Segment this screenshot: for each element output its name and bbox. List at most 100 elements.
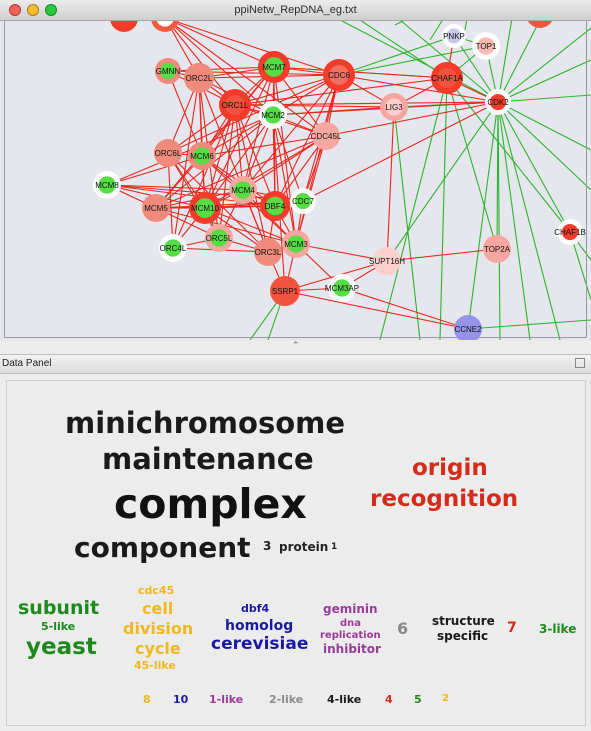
node-orc1l[interactable]: ORC1L (219, 89, 251, 121)
cloud-word[interactable]: inhibitor (323, 643, 381, 655)
node-chaf1b[interactable]: CHAF1B (554, 219, 586, 245)
cloud-word[interactable]: dna (340, 619, 361, 629)
edge-green[interactable] (497, 101, 561, 340)
cloud-word[interactable]: 5-like (41, 621, 75, 632)
node-lig3[interactable]: LIG3 (380, 93, 408, 121)
cloud-word[interactable]: yeast (26, 636, 97, 659)
node-orc4l[interactable]: ORC4L (159, 234, 187, 262)
cloud-word[interactable]: specific (437, 630, 488, 642)
node-label: TOP2A (484, 245, 511, 254)
node-ccne2[interactable]: CCNE2 (454, 315, 482, 340)
node-mcm8[interactable]: MCM8 (93, 171, 121, 199)
cloud-word[interactable]: 4-like (327, 694, 361, 705)
cloud-word[interactable]: 6 (397, 621, 408, 637)
cloud-word[interactable]: 4 (385, 694, 393, 705)
cloud-word[interactable]: division (123, 621, 193, 637)
edge-green[interactable] (467, 319, 591, 330)
data-panel-header: Data Panel (0, 354, 591, 374)
cloud-word[interactable]: complex (114, 484, 307, 525)
split-divider[interactable]: ⌃ (0, 340, 591, 354)
node-label: MCM3 (284, 240, 308, 249)
divider-grip-icon[interactable]: ⌃ (292, 340, 300, 351)
node-label: CDK2 (487, 98, 509, 107)
edge-green[interactable] (497, 101, 591, 191)
edge-green[interactable] (496, 101, 499, 250)
node-mcm6[interactable]: MCM6 (188, 142, 216, 170)
node-orc3l[interactable]: ORC3L (254, 238, 282, 266)
node-ssrp1[interactable]: SSRP1 (270, 276, 300, 306)
cloud-word[interactable]: homolog (225, 619, 293, 633)
cloud-word[interactable]: 45-like (134, 660, 176, 671)
edge-red[interactable] (164, 17, 275, 68)
node-mcm4[interactable]: MCM4 (229, 176, 257, 204)
edge-red[interactable] (234, 104, 395, 108)
node-chaf1a[interactable]: CHAF1A (431, 62, 463, 94)
cloud-word[interactable]: geminin (323, 603, 378, 615)
edge-green[interactable] (439, 77, 448, 340)
node-label: CHAF1B (554, 228, 586, 237)
node-dbf4[interactable]: DBF4 (260, 191, 290, 221)
node-cdc6[interactable]: CDC6 (323, 59, 355, 91)
node-mcm2[interactable]: MCM2 (259, 101, 287, 129)
node-label: MCM7 (262, 63, 286, 72)
node-top1[interactable]: TOP1 (472, 32, 500, 60)
cloud-word[interactable]: dbf4 (241, 603, 269, 614)
cloud-word[interactable]: maintenance (102, 445, 314, 474)
node-orc6l[interactable]: ORC6L (154, 139, 182, 167)
cloud-word[interactable]: 8 (143, 694, 151, 705)
node-label: LIG3 (385, 103, 403, 112)
cloud-word[interactable]: structure (432, 615, 495, 627)
cloud-word[interactable]: recognition (370, 488, 518, 511)
edge-red[interactable] (341, 287, 469, 330)
node-cdk2[interactable]: CDK2 (485, 89, 511, 115)
cloud-word[interactable]: 1 (331, 543, 337, 552)
cloud-word[interactable]: 5 (414, 694, 422, 705)
cloud-word[interactable]: 3 (263, 540, 271, 552)
cloud-word[interactable]: cdc45 (138, 585, 174, 596)
edge-green[interactable] (497, 101, 591, 151)
node-mcm10[interactable]: MCM10 (189, 192, 221, 224)
network-window: RPA2PNKPTOP1GMNNMCM7CDC6ORC2LCHAF1ACDK2L… (0, 0, 591, 340)
edge-green[interactable] (497, 27, 591, 103)
cloud-word[interactable]: 2 (442, 694, 449, 704)
node-orc2l[interactable]: ORC2L (184, 63, 214, 93)
edge-red[interactable] (164, 17, 274, 116)
node-cdc7[interactable]: CDC7 (290, 188, 316, 214)
node-label: ORC4L (160, 244, 187, 253)
node-top2a[interactable]: TOP2A (483, 235, 511, 263)
cloud-word[interactable]: component (74, 534, 251, 562)
window-titlebar[interactable]: ppiNetw_RepDNA_eg.txt (0, 0, 591, 21)
cloud-word[interactable]: 3-like (539, 623, 576, 635)
word-cloud: minichromosome maintenance complex componen… (6, 380, 586, 726)
cloud-word[interactable]: replication (320, 631, 381, 641)
edge-red[interactable] (386, 106, 395, 262)
cloud-word[interactable]: cell (142, 601, 173, 617)
edge-green[interactable] (497, 101, 571, 233)
node-cdc45l[interactable]: CDC45L (311, 122, 342, 150)
node-supt16h[interactable]: SUPT16H (369, 247, 405, 275)
cloud-word[interactable]: cerevisiae (211, 636, 308, 653)
cloud-word[interactable]: subunit (18, 599, 99, 618)
node-mcm5[interactable]: MCM5 (142, 194, 170, 222)
maximize-icon[interactable] (575, 358, 585, 368)
network-canvas[interactable]: RPA2PNKPTOP1GMNNMCM7CDC6ORC2LCHAF1ACDK2L… (0, 0, 591, 340)
node-label: ORC6L (155, 149, 182, 158)
node-label: MCM3AP (325, 284, 359, 293)
node-label: GMNN (156, 67, 181, 76)
cloud-word[interactable]: 10 (173, 694, 188, 705)
node-pnkp[interactable]: PNKP (442, 24, 466, 48)
node-orc5l[interactable]: ORC5L (205, 224, 233, 252)
cloud-word[interactable]: 2-like (269, 694, 303, 705)
node-label: ORC5L (206, 234, 233, 243)
cloud-word[interactable]: 1-like (209, 694, 243, 705)
node-gmnn[interactable]: GMNN (155, 58, 181, 84)
cloud-word[interactable]: minichromosome (65, 409, 345, 438)
cloud-word[interactable]: protein (279, 541, 328, 553)
cloud-word[interactable]: origin (412, 457, 488, 480)
node-mcm3[interactable]: MCM3 (282, 230, 310, 258)
node-mcm7[interactable]: MCM7 (258, 51, 290, 83)
edge-green[interactable] (497, 101, 531, 340)
cloud-word[interactable]: 7 (507, 621, 517, 635)
edge-green[interactable] (393, 106, 421, 340)
cloud-word[interactable]: cycle (135, 641, 181, 657)
